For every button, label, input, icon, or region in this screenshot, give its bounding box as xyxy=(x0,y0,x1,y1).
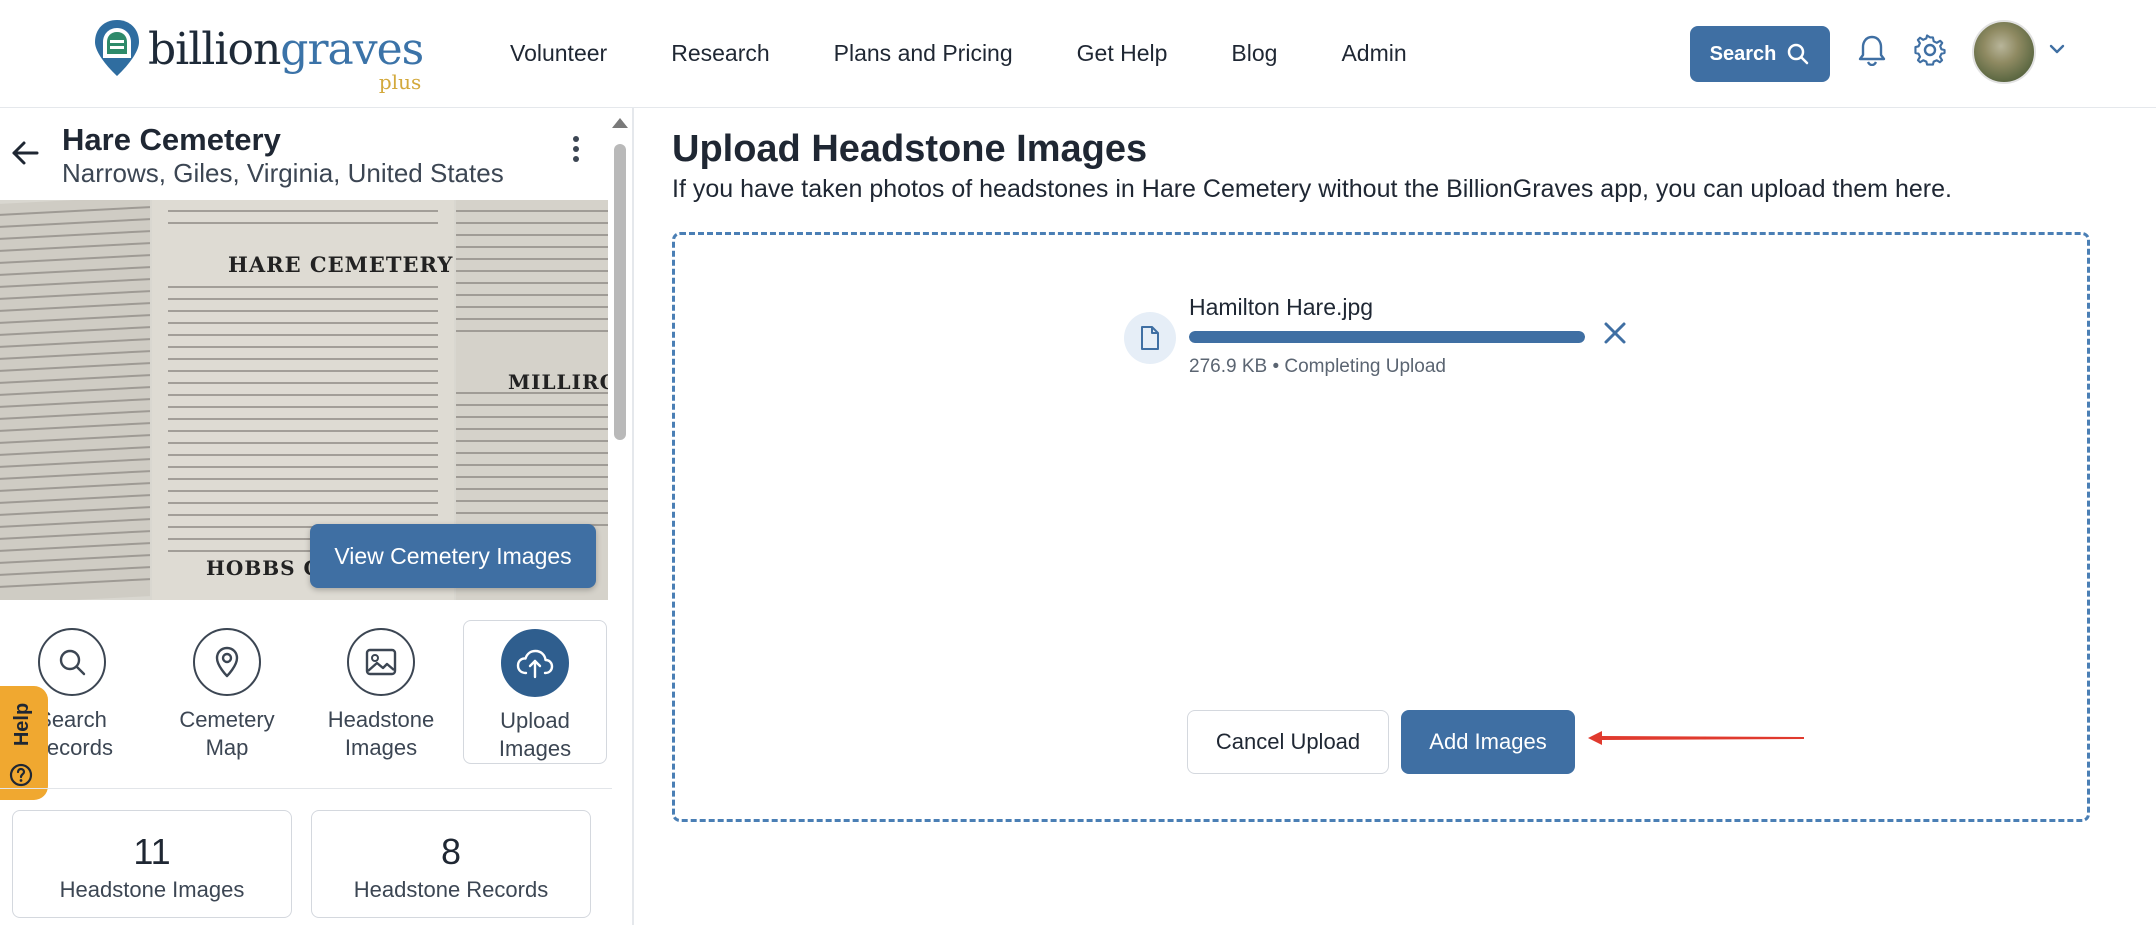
logo-billion-text: billion xyxy=(148,24,281,75)
more-options-button[interactable] xyxy=(566,134,586,169)
settings-button[interactable] xyxy=(1910,30,1950,70)
gear-icon xyxy=(1914,34,1946,66)
upload-images-circle xyxy=(501,629,569,697)
nav-blog[interactable]: Blog xyxy=(1231,40,1277,67)
search-icon xyxy=(59,649,86,676)
back-button[interactable] xyxy=(10,138,40,173)
logo-graves-text: graves xyxy=(280,24,424,75)
search-button[interactable]: Search xyxy=(1690,26,1830,82)
user-avatar[interactable] xyxy=(1972,20,2036,84)
close-icon xyxy=(1604,322,1626,344)
action-upload-images[interactable]: Upload Images xyxy=(463,620,607,764)
cemetery-location: Narrows, Giles, Virginia, United States xyxy=(62,158,504,188)
sidebar-divider xyxy=(0,788,612,789)
stat-headstone-records[interactable]: 8 Headstone Records xyxy=(311,810,591,918)
bell-icon xyxy=(1858,35,1886,66)
upload-images-label-line1: Upload xyxy=(500,708,570,733)
photo-heading-milliron: MILLIRON xyxy=(508,370,608,394)
nav-volunteer[interactable]: Volunteer xyxy=(510,40,607,67)
upload-progress-bar xyxy=(1189,331,1585,343)
help-circle-icon xyxy=(9,763,33,787)
cemetery-map-circle xyxy=(193,628,261,696)
cemetery-name: Hare Cemetery xyxy=(62,122,281,157)
view-cemetery-images-button[interactable]: View Cemetery Images xyxy=(310,524,596,588)
sidebar-scrollbar[interactable] xyxy=(614,144,626,440)
photo-heading-hare: HARE CEMETERY xyxy=(228,252,454,277)
cloud-upload-icon xyxy=(516,649,554,679)
headstone-records-stat-label: Headstone Records xyxy=(353,877,549,902)
help-label-wrap: Help xyxy=(8,686,38,762)
arrow-left-icon xyxy=(12,141,39,165)
annotation-arrow-icon xyxy=(1588,731,1804,745)
cemetery-sidebar: Hare Cemetery Narrows, Giles, Virginia, … xyxy=(0,108,634,925)
logo-plus-text: plus xyxy=(378,70,422,94)
upload-file-name: Hamilton Hare.jpg xyxy=(1189,294,1374,320)
headstone-images-stat-label: Headstone Images xyxy=(59,877,245,902)
cancel-upload-button[interactable]: Cancel Upload xyxy=(1187,710,1389,774)
action-headstone-images[interactable]: Headstone Images xyxy=(309,620,453,764)
help-tab[interactable]: Help xyxy=(0,686,48,800)
chevron-down-icon xyxy=(2049,44,2065,54)
nav-get-help[interactable]: Get Help xyxy=(1077,40,1168,67)
search-button-label: Search xyxy=(1709,42,1777,65)
headstone-images-circle xyxy=(347,628,415,696)
search-records-circle xyxy=(38,628,106,696)
add-images-button[interactable]: Add Images xyxy=(1401,710,1575,774)
upload-images-label-line2: Images xyxy=(498,736,572,761)
nav-plans-and-pricing[interactable]: Plans and Pricing xyxy=(834,40,1013,67)
page-title: Upload Headstone Images xyxy=(672,128,1148,170)
logo-mark-icon xyxy=(95,20,139,76)
billiongraves-logo[interactable]: billiongraves plus xyxy=(92,18,424,94)
headstone-images-label-line1: Headstone xyxy=(327,707,435,732)
image-icon xyxy=(365,648,397,676)
notifications-button[interactable] xyxy=(1852,30,1892,70)
map-pin-icon xyxy=(215,646,239,678)
nav-research[interactable]: Research xyxy=(671,40,769,67)
cemetery-map-label-line2: Map xyxy=(205,735,249,760)
nav-admin[interactable]: Admin xyxy=(1341,40,1406,67)
headstone-records-count: 8 xyxy=(440,831,462,872)
stat-headstone-images[interactable]: 11 Headstone Images xyxy=(12,810,292,918)
account-menu-toggle[interactable] xyxy=(2046,38,2068,65)
page-subtitle: If you have taken photos of headstones i… xyxy=(672,175,1952,203)
file-icon xyxy=(1141,326,1159,350)
logo-wordmark: billiongraves plus xyxy=(148,24,424,94)
top-navbar: billiongraves plus Volunteer Research Pl… xyxy=(0,0,2156,108)
remove-file-button[interactable] xyxy=(1602,320,1628,351)
headstone-images-count: 11 xyxy=(133,831,171,872)
main-nav: Volunteer Research Plans and Pricing Get… xyxy=(510,40,1471,67)
headstone-images-label-line2: Images xyxy=(344,735,418,760)
help-label: Help xyxy=(11,702,34,746)
search-icon xyxy=(1788,43,1809,65)
scroll-up-arrow[interactable] xyxy=(612,118,628,128)
cemetery-map-label-line1: Cemetery xyxy=(179,707,275,732)
action-cemetery-map[interactable]: Cemetery Map xyxy=(155,620,299,764)
upload-progress-fill xyxy=(1189,331,1585,343)
kebab-menu-icon xyxy=(573,136,579,162)
upload-file-status: 276.9 KB • Completing Upload xyxy=(1189,356,1446,377)
file-icon-badge xyxy=(1124,312,1176,364)
photo-left-page xyxy=(0,200,150,600)
